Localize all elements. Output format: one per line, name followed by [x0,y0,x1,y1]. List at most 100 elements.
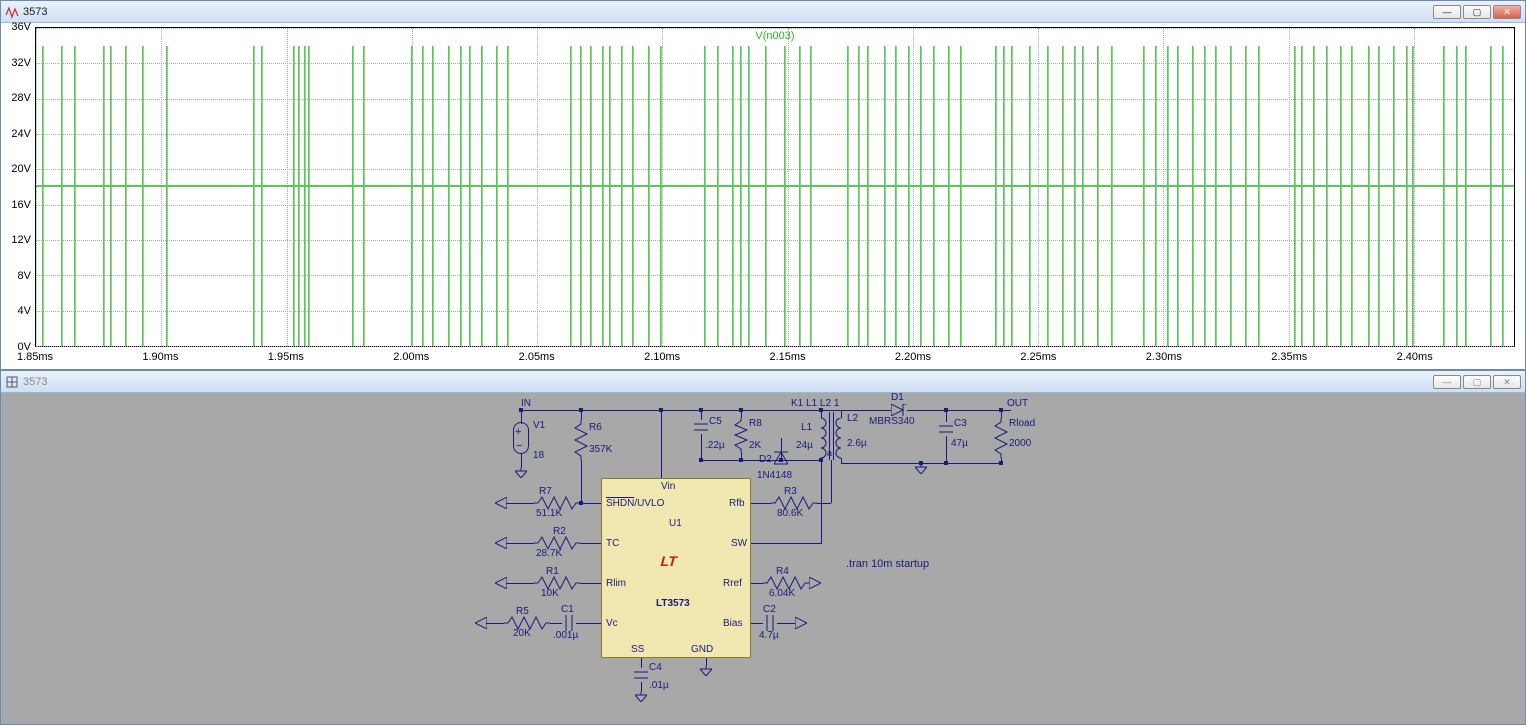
x-tick: 1.95ms [268,351,304,363]
c3-ref: C3 [954,418,967,429]
wire [486,623,504,624]
close-button[interactable]: ✕ [1493,5,1521,19]
c3-val: 47µ [951,438,968,449]
l2-ref: L2 [847,413,858,424]
pin-vin: Vin [661,481,675,492]
schematic-titlebar[interactable]: 3573 — ▢ ✕ [1,371,1525,393]
inductor-l1[interactable] [815,418,827,463]
wire [550,623,562,624]
resistor-r8[interactable] [735,418,747,455]
r5-ref: R5 [516,606,529,617]
resistor-rload[interactable] [995,418,1007,461]
r1-val: 10K [541,588,559,599]
net-label-out[interactable]: OUT [1007,398,1028,409]
plot-area[interactable]: 36V32V28V24V20V16V12V8V4V0V V(n003) 1.85… [1,23,1525,369]
k-statement: K1 L1 L2 1 [791,398,839,409]
x-tick: 2.10ms [644,351,680,363]
x-tick: 2.35ms [1271,351,1307,363]
waveform-trace [36,28,1514,346]
y-axis-ticks: 36V32V28V24V20V16V12V8V4V0V [1,27,33,347]
pin-rfb: Rfb [729,498,745,509]
y-tick: 24V [11,128,31,140]
wire [506,583,534,584]
trace-label[interactable]: V(n003) [755,30,794,42]
x-tick: 2.20ms [895,351,931,363]
d2-ref: D2 [759,454,772,465]
maximize-button[interactable]: ▢ [1463,375,1491,389]
r3-val: 80.6K [777,508,803,519]
waveform-titlebar[interactable]: 3573 — ▢ ✕ [1,1,1525,23]
minimize-button[interactable]: — [1433,5,1461,19]
v1-ref: V1 [533,420,545,431]
ground-icon [915,464,927,477]
wire [706,658,707,666]
resistor-r6[interactable] [575,420,587,463]
wire [751,543,821,544]
c4-val: .01µ [649,680,669,691]
wire [521,454,522,468]
pin-rlim: Rlim [606,578,626,589]
wire [751,583,763,584]
r8-ref: R8 [749,418,762,429]
rload-val: 2000 [1009,438,1031,449]
r6-val: 357K [589,444,612,455]
coupling-dot-label: a [827,448,832,458]
r2-val: 28.7K [536,548,562,559]
y-tick: 36V [11,21,31,33]
wire [831,463,832,503]
wire [841,410,842,418]
u1-ref: U1 [669,518,682,529]
l1-ref: L1 [801,422,812,433]
pin-vc: Vc [606,618,618,629]
r7-ref: R7 [539,486,552,497]
wire [817,503,831,504]
schematic-canvas[interactable]: IN + − V1 18 R6 357K [1,393,1525,724]
wire [641,658,642,668]
ground-icon [515,468,527,481]
schematic-title: 3573 [23,376,47,388]
l2-val: 2.6µ [847,438,867,449]
x-tick: 1.90ms [142,351,178,363]
wire [741,410,742,418]
r8-val: 2K [749,440,761,451]
waveform-app-icon [5,5,19,19]
x-tick: 1.85ms [17,351,53,363]
r2-ref: R2 [553,526,566,537]
wire [701,434,702,460]
port-arrow-icon [495,537,507,552]
wire [777,623,795,624]
rload-ref: Rload [1009,418,1035,429]
wire [506,543,534,544]
pin-sw: SW [731,538,747,549]
c2-val: 4.7µ [759,630,779,641]
plot-inner[interactable]: V(n003) [35,27,1515,347]
wire [521,410,861,411]
wire [833,412,834,460]
d1-val: MBRS340 [869,416,915,427]
wire [751,623,763,624]
maximize-button[interactable]: ▢ [1463,5,1491,19]
d1-ref: D1 [891,393,904,403]
minimize-button[interactable]: — [1433,375,1461,389]
x-tick: 2.00ms [393,351,429,363]
wire [751,503,771,504]
node [944,461,948,465]
spice-directive[interactable]: .tran 10m startup [846,558,929,570]
schematic-window: 3573 — ▢ ✕ IN + − V1 18 [0,370,1526,725]
port-arrow-icon [809,577,821,592]
schematic-app-icon [5,375,19,389]
wire [841,410,891,411]
wire [641,682,642,692]
close-button[interactable]: ✕ [1493,375,1521,389]
wire [821,460,822,544]
y-tick: 32V [11,57,31,69]
node [699,458,703,462]
x-tick: 2.05ms [519,351,555,363]
pin-ss: SS [631,644,644,655]
wire [506,503,534,504]
c4-ref: C4 [649,662,662,673]
port-arrow-icon [795,617,807,632]
wire [821,410,822,418]
inductor-l2[interactable] [835,418,847,463]
x-tick: 2.30ms [1146,351,1182,363]
